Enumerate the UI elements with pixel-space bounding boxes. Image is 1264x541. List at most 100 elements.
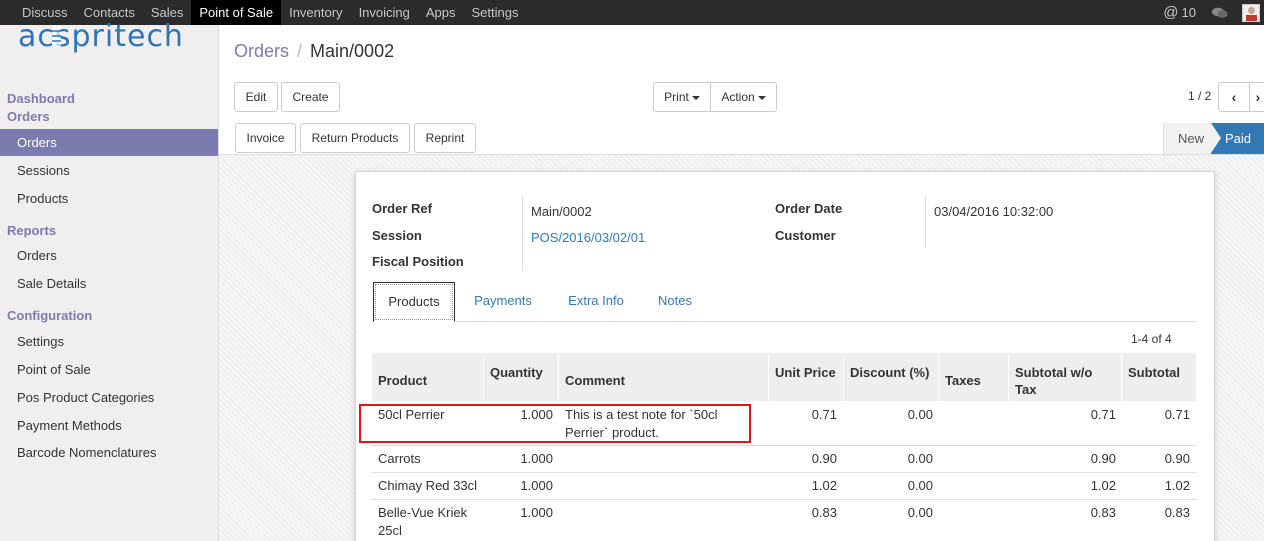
column-unit-price[interactable]: Unit Price bbox=[775, 364, 836, 381]
record-count: 1-4 of 4 bbox=[1131, 332, 1172, 346]
breadcrumb-current: Main/0002 bbox=[310, 41, 395, 61]
user-avatar[interactable] bbox=[1242, 3, 1260, 22]
column-divider bbox=[843, 353, 844, 401]
sidebar-item-payment-methods[interactable]: Payment Methods bbox=[0, 412, 218, 439]
sidebar-item-sale-details[interactable]: Sale Details bbox=[0, 270, 218, 297]
cell-product: Belle-Vue Kriek 25cl bbox=[378, 504, 467, 540]
column-subtotal-wo-tax[interactable]: Subtotal w/o Tax bbox=[1015, 364, 1092, 398]
stage-new[interactable]: New bbox=[1163, 123, 1215, 154]
sidebar-item-pos-product-categories[interactable]: Pos Product Categories bbox=[0, 384, 218, 411]
tab-extra-info[interactable]: Extra Info bbox=[555, 282, 637, 322]
sidebar-item-products[interactable]: Products bbox=[0, 185, 218, 212]
column-divider bbox=[483, 353, 484, 401]
customer-label: Customer bbox=[775, 228, 836, 243]
cell-subtotal-wo-tax: 1.02 bbox=[1090, 478, 1116, 493]
column-subtotal-wo-tax-line2: Tax bbox=[1015, 382, 1037, 397]
cell-subtotal: 0.71 bbox=[1164, 407, 1190, 422]
mention-count: 10 bbox=[1181, 5, 1196, 20]
column-product[interactable]: Product bbox=[378, 372, 427, 389]
pager-value[interactable]: 1 / 2 bbox=[1188, 89, 1211, 103]
cell-unit-price: 0.83 bbox=[811, 505, 837, 520]
column-taxes[interactable]: Taxes bbox=[945, 372, 981, 389]
print-dropdown[interactable]: Print bbox=[653, 82, 711, 112]
tab-products[interactable]: Products bbox=[373, 282, 455, 322]
cell-subtotal: 1.02 bbox=[1164, 478, 1190, 493]
cell-quantity: 1.000 bbox=[520, 478, 553, 493]
column-divider bbox=[1008, 353, 1009, 401]
column-quantity[interactable]: Quantity bbox=[490, 364, 543, 381]
reprint-button[interactable]: Reprint bbox=[414, 123, 476, 153]
tab-notes[interactable]: Notes bbox=[645, 282, 705, 322]
sidebar-item-point-of-sale[interactable]: Point of Sale bbox=[0, 356, 218, 383]
caret-down-icon bbox=[757, 95, 766, 100]
menu-inventory[interactable]: Inventory bbox=[281, 0, 350, 25]
cell-subtotal-wo-tax: 0.90 bbox=[1090, 451, 1116, 466]
action-dropdown[interactable]: Action bbox=[710, 82, 777, 112]
cell-discount: 0.00 bbox=[907, 505, 933, 520]
caret-down-icon bbox=[691, 95, 700, 100]
sidebar-item-settings[interactable]: Settings bbox=[0, 328, 218, 355]
field-separator bbox=[522, 196, 523, 271]
sidebar-item-barcode-nomenclatures[interactable]: Barcode Nomenclatures bbox=[0, 439, 218, 466]
cell-unit-price: 0.71 bbox=[811, 407, 837, 422]
breadcrumb-orders-link[interactable]: Orders bbox=[234, 41, 289, 62]
column-divider bbox=[938, 353, 939, 401]
sidebar-head-configuration[interactable]: Configuration bbox=[7, 308, 92, 323]
cell-subtotal-wo-tax: 0.83 bbox=[1090, 505, 1116, 520]
cell-product-line1: Belle-Vue Kriek bbox=[378, 505, 468, 520]
cell-unit-price: 0.90 bbox=[811, 451, 837, 466]
menu-apps[interactable]: Apps bbox=[418, 0, 464, 25]
row-divider bbox=[372, 445, 1196, 446]
cell-discount: 0.00 bbox=[907, 478, 933, 493]
edit-button[interactable]: Edit bbox=[234, 82, 278, 112]
breadcrumb-separator: / bbox=[297, 41, 303, 61]
chat-icon[interactable] bbox=[1212, 7, 1228, 19]
breadcrumb: Orders / Main/0002 bbox=[234, 41, 394, 62]
sidebar-item-report-orders[interactable]: Orders bbox=[0, 242, 218, 269]
cell-subtotal: 0.90 bbox=[1164, 451, 1190, 466]
menu-point-of-sale[interactable]: Point of Sale bbox=[191, 0, 282, 25]
session-label: Session bbox=[372, 228, 422, 243]
chevron-left-icon: ‹ bbox=[1231, 89, 1237, 105]
order-ref-label: Order Ref bbox=[372, 201, 432, 216]
create-button[interactable]: Create bbox=[281, 82, 340, 112]
field-separator bbox=[925, 196, 926, 248]
row-divider bbox=[372, 472, 1196, 473]
annotation-highlight-box bbox=[359, 404, 751, 443]
fiscal-position-label: Fiscal Position bbox=[372, 254, 464, 269]
sidebar-head-orders[interactable]: Orders bbox=[7, 109, 50, 124]
column-divider bbox=[558, 353, 559, 401]
column-comment[interactable]: Comment bbox=[565, 372, 625, 389]
cell-quantity: 1.000 bbox=[520, 505, 553, 520]
cell-unit-price: 1.02 bbox=[811, 478, 837, 493]
mentions-button[interactable]: @ 10 bbox=[1163, 4, 1196, 21]
menu-invoicing[interactable]: Invoicing bbox=[351, 0, 418, 25]
pager-next-button[interactable]: › bbox=[1249, 82, 1264, 112]
cell-discount: 0.00 bbox=[907, 451, 933, 466]
cell-discount: 0.00 bbox=[907, 407, 933, 422]
order-date-value: 03/04/2016 10:32:00 bbox=[934, 204, 1054, 219]
tab-payments[interactable]: Payments bbox=[462, 282, 544, 322]
session-link[interactable]: POS/2016/03/02/01 bbox=[531, 230, 645, 245]
row-divider bbox=[372, 499, 1196, 500]
column-subtotal[interactable]: Subtotal bbox=[1128, 364, 1180, 381]
column-divider bbox=[1121, 353, 1122, 401]
sidebar-item-sessions[interactable]: Sessions bbox=[0, 157, 218, 184]
invoice-button[interactable]: Invoice bbox=[235, 123, 296, 153]
company-logo: acspritech bbox=[18, 18, 203, 56]
sidebar-head-reports[interactable]: Reports bbox=[7, 223, 56, 238]
systray: @ 10 bbox=[1163, 0, 1264, 25]
return-products-button[interactable]: Return Products bbox=[300, 123, 410, 153]
sidebar-head-dashboard[interactable]: Dashboard bbox=[7, 91, 75, 106]
cell-product: Carrots bbox=[378, 451, 421, 466]
action-label: Action bbox=[721, 90, 755, 104]
order-ref-value: Main/0002 bbox=[531, 204, 592, 219]
column-subtotal-wo-tax-line1: Subtotal w/o bbox=[1015, 365, 1093, 380]
menu-settings[interactable]: Settings bbox=[464, 0, 527, 25]
sidebar-item-orders[interactable]: Orders bbox=[0, 129, 218, 156]
column-discount[interactable]: Discount (%) bbox=[850, 364, 929, 381]
cell-subtotal-wo-tax: 0.71 bbox=[1090, 407, 1116, 422]
cell-quantity: 1.000 bbox=[520, 451, 553, 466]
acspritech-logo: acspritech bbox=[18, 19, 183, 54]
pager-previous-button[interactable]: ‹ bbox=[1218, 82, 1250, 112]
